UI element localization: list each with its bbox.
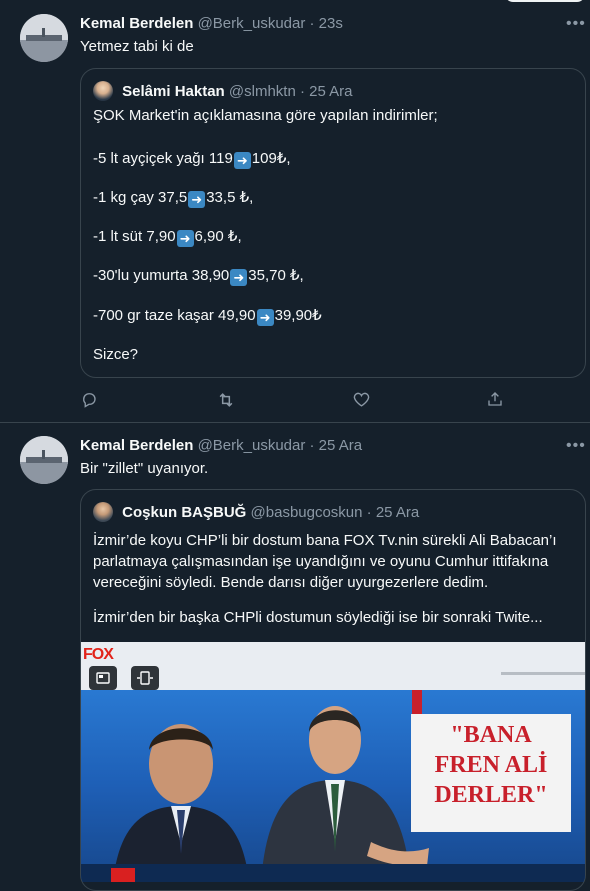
share-icon[interactable] — [486, 390, 506, 410]
author-name[interactable]: Kemal Berdelen — [80, 15, 193, 32]
quoted-header: Coşkun BAŞBUĞ @basbugcoskun · 25 Ara — [93, 502, 419, 522]
avatar[interactable] — [20, 436, 68, 484]
discount-item: -5 lt ayçiçek yağı 119 ➜ 109₺, — [93, 150, 291, 169]
retweet-icon[interactable] — [216, 390, 236, 410]
discount-item: -1 lt süt 7,90 ➜ 6,90 ₺, — [93, 228, 242, 247]
quoted-media[interactable]: FOX "BANA FREN ALİ DERLER" — [81, 642, 585, 882]
right-arrow-emoji: ➜ — [176, 230, 194, 247]
fox-logo: FOX — [83, 646, 114, 663]
quoted-header: Selâmi Haktan @slmhktn · 25 Ara — [93, 81, 353, 101]
tweet-header: Kemal Berdelen @Berk_uskudar · 23s — [80, 15, 343, 32]
quoted-paragraph-2: İzmir’den bir başka CHPli dostumun söyle… — [93, 609, 543, 626]
quoted-paragraph-1: İzmir’de koyu CHP’li bir dostum bana FOX… — [93, 532, 557, 591]
media-bottom-red-block — [111, 868, 135, 882]
media-bottom-band — [81, 864, 585, 882]
discount-item: -700 gr taze kaşar 49,90 ➜ 39,90₺ — [93, 307, 322, 326]
quoted-intro: ŞOK Market'in açıklamasına göre yapılan … — [93, 107, 438, 124]
author-name[interactable]: Kemal Berdelen — [80, 437, 193, 454]
quoted-tweet[interactable]: Selâmi Haktan @slmhktn · 25 Ara ŞOK Mark… — [80, 68, 586, 378]
tweet-text: Bir "zillet" uyanıyor. — [80, 460, 209, 477]
quoted-author-name: Coşkun BAŞBUĞ — [122, 504, 247, 521]
quoted-time: · 25 Ara — [299, 83, 353, 100]
heart-icon[interactable] — [352, 390, 372, 410]
tweet-time[interactable]: · 23s — [310, 15, 343, 32]
quoted-author-handle: @basbugcoskun — [250, 504, 363, 521]
media-person-left — [113, 724, 249, 882]
author-handle[interactable]: @Berk_uskudar — [198, 437, 306, 454]
tweet-header: Kemal Berdelen @Berk_uskudar · 25 Ara — [80, 437, 362, 454]
media-sign: "BANA FREN ALİ DERLER" — [411, 714, 571, 832]
right-arrow-emoji: ➜ — [188, 191, 206, 208]
quoted-avatar — [93, 81, 113, 101]
quoted-avatar — [93, 502, 113, 522]
reply-icon[interactable] — [80, 390, 100, 410]
tweet-actions — [80, 390, 510, 410]
tweet-text: Yetmez tabi ki de — [80, 38, 194, 55]
media-sign-line: FREN ALİ — [434, 752, 548, 778]
tweet-1[interactable]: Kemal Berdelen @Berk_uskudar · 23s ••• Y… — [0, 0, 590, 422]
more-icon[interactable]: ••• — [566, 16, 585, 36]
avatar[interactable] — [20, 14, 68, 62]
media-sign-line: "BANA — [450, 722, 532, 748]
quoted-time: · 25 Ara — [366, 504, 420, 521]
author-handle[interactable]: @Berk_uskudar — [198, 15, 306, 32]
quoted-tweet[interactable]: Coşkun BAŞBUĞ @basbugcoskun · 25 Ara İzm… — [80, 489, 586, 891]
tweet-2[interactable]: Kemal Berdelen @Berk_uskudar · 25 Ara ••… — [0, 423, 590, 891]
media-expand-button[interactable] — [131, 666, 159, 690]
media-person-right — [261, 706, 429, 882]
media-caption-button[interactable] — [89, 666, 117, 690]
right-arrow-emoji: ➜ — [256, 309, 274, 326]
media-top-line — [501, 672, 585, 675]
discount-item: -30'lu yumurta 38,90 ➜ 35,70 ₺, — [93, 267, 304, 286]
tweet-time[interactable]: · 25 Ara — [310, 437, 363, 454]
right-arrow-emoji: ➜ — [233, 152, 251, 169]
more-icon[interactable]: ••• — [566, 438, 585, 458]
right-arrow-emoji: ➜ — [230, 269, 248, 286]
quoted-outro: Sizce? — [93, 346, 139, 363]
discount-item: -1 kg çay 37,5 ➜ 33,5 ₺, — [93, 189, 254, 208]
quoted-author-handle: @slmhktn — [228, 83, 296, 100]
quoted-author-name: Selâmi Haktan — [122, 83, 225, 100]
media-sign-line: DERLER" — [434, 782, 548, 808]
